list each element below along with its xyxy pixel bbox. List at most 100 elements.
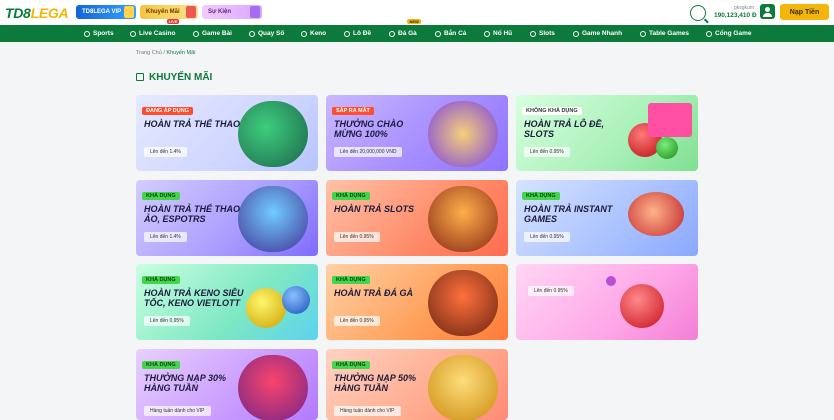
nav-label: Quay Số: [258, 30, 285, 37]
nav-item-live-casino[interactable]: Live Casino LIVE: [130, 19, 180, 42]
event-gift-icon: [250, 6, 260, 18]
nav-item-ban-ca[interactable]: Bắn Cá: [435, 25, 466, 42]
lottery-ball-image: [620, 284, 664, 328]
events-button[interactable]: Sự Kiện: [202, 5, 262, 19]
card-subtitle: Hàng tuần dành cho VIP: [144, 406, 211, 416]
bingo-card-image: [648, 103, 692, 137]
nav-item-lo-de[interactable]: Lô Đề: [344, 25, 371, 42]
fish-icon: [435, 30, 441, 37]
bingo-ball-image: [656, 137, 678, 159]
rocket-icon: [573, 30, 579, 37]
nav-label: Keno: [310, 30, 327, 37]
nav-item-cong-game[interactable]: Cổng Game: [706, 25, 751, 42]
card-subtitle: Hàng tuần dành cho VIP: [334, 406, 401, 416]
promotions-label: Khuyến Mãi: [146, 9, 180, 15]
new-badge: NEW: [407, 19, 421, 24]
status-badge: KHÔNG KHẢ DỤNG: [522, 107, 582, 115]
nav-item-game-nhanh[interactable]: Game Nhanh: [573, 25, 622, 42]
keno-icon: [301, 30, 307, 37]
football-player-image: [238, 101, 308, 167]
sports-icon: [84, 30, 90, 37]
card-title: HOÀN TRẢ THỂ THAO ẢO, ESPOTRS: [144, 204, 240, 224]
promo-card[interactable]: Lên đến 0.95%: [516, 264, 698, 340]
card-title: HOÀN TRẢ ĐÁ GÀ: [334, 288, 413, 298]
status-badge: KHẢ DỤNG: [332, 192, 370, 200]
card-title: THƯỞNG NẠP 50% HÀNG TUẦN: [334, 373, 416, 393]
promo-card[interactable]: KHẢ DỤNG HOÀN TRẢ INSTANT GAMES Lên đến …: [516, 180, 698, 256]
logo[interactable]: TD8 LEGA: [5, 4, 69, 21]
nav-label: Nổ Hũ: [493, 30, 513, 37]
promo-card[interactable]: SẮP RA MẮT THƯỞNG CHÀO MỪNG 100% Lên đến…: [326, 95, 508, 171]
table-icon: [640, 30, 646, 37]
card-subtitle: Lên đến 0.95%: [528, 286, 574, 296]
nav-label: Cổng Game: [715, 30, 752, 37]
card-subtitle: Lên đến 0.95%: [524, 232, 570, 242]
jackpot-icon: [484, 30, 490, 37]
breadcrumb-separator: /: [163, 50, 165, 56]
gift-icon: [136, 73, 144, 81]
nav-item-no-hu[interactable]: Nổ Hũ: [484, 25, 512, 42]
nav-item-quay-so[interactable]: Quay Số: [249, 25, 284, 42]
breadcrumb-home[interactable]: Trang Chủ: [136, 50, 162, 56]
nav-label: Lô Đề: [353, 30, 372, 37]
logo-text-part2: LEGA: [30, 4, 69, 21]
page-title-text: KHUYẾN MÃI: [149, 71, 213, 83]
card-subtitle: Lên đến 0.95%: [334, 232, 380, 242]
card-title: HOÀN TRẢ THỂ THAO: [144, 119, 240, 129]
esports-character-image: [238, 186, 308, 252]
card-subtitle: Lên đến 20,000,000 VND: [334, 147, 403, 157]
keno-ball-image: [246, 288, 286, 328]
status-badge: SẮP RA MẮT: [332, 107, 374, 115]
deposit-button[interactable]: Nạp Tiền: [780, 4, 829, 20]
card-subtitle: Lên đến 0.95%: [524, 147, 570, 157]
keno-ball-image: [282, 286, 310, 314]
promotions-button[interactable]: Khuyến Mãi: [140, 5, 198, 19]
page-title: KHUYẾN MÃI: [136, 71, 212, 83]
promo-card[interactable]: KHẢ DỤNG HOÀN TRẢ SLOTS Lên đến 0.95%: [326, 180, 508, 256]
promo-card[interactable]: KHÔNG KHẢ DỤNG HOÀN TRẢ LÔ ĐỀ, SLOTS Lên…: [516, 95, 698, 171]
card-title: HOÀN TRẢ LÔ ĐỀ, SLOTS: [524, 119, 604, 139]
nav-item-keno[interactable]: Keno: [301, 25, 326, 42]
nav-item-da-ga[interactable]: Đá Gà NEW: [389, 19, 421, 42]
breadcrumb-current: Khuyến Mãi: [166, 50, 196, 56]
nav-label: Bắn Cá: [444, 30, 467, 37]
nav-label: Game Bài: [202, 30, 232, 37]
events-label: Sự Kiện: [208, 9, 232, 15]
nav-item-sports[interactable]: Sports: [84, 25, 114, 42]
promo-card[interactable]: ĐANG ÁP DỤNG HOÀN TRẢ THỂ THAO Lên đến 1…: [136, 95, 318, 171]
nav-item-slots[interactable]: Slots: [530, 25, 555, 42]
nav-item-table-games[interactable]: Table Games: [640, 25, 689, 42]
promo-card[interactable]: KHẢ DỤNG HOÀN TRẢ KENO SIÊU TỐC, KENO VI…: [136, 264, 318, 340]
search-icon[interactable]: [690, 5, 706, 21]
status-badge: ĐANG ÁP DỤNG: [142, 107, 193, 115]
balance: 190,123,410 Đ: [714, 12, 757, 19]
small-ball-image: [606, 276, 616, 286]
gift-icon: [186, 6, 196, 18]
status-badge: KHẢ DỤNG: [332, 361, 370, 369]
card-title: HOÀN TRẢ INSTANT GAMES: [524, 204, 613, 224]
nav-label: Table Games: [649, 30, 689, 37]
vip-button[interactable]: TD8LEGA VIP: [76, 5, 136, 19]
nav-item-game-bai[interactable]: Game Bài: [193, 25, 232, 42]
promo-card[interactable]: KHẢ DỤNG HOÀN TRẢ ĐÁ GÀ Lên đến 0.95%: [326, 264, 508, 340]
ring-image: [238, 355, 308, 420]
promo-card[interactable]: KHẢ DỤNG HOÀN TRẢ THỂ THAO ẢO, ESPOTRS L…: [136, 180, 318, 256]
card-title: THƯỞNG CHÀO MỪNG 100%: [334, 119, 404, 139]
main-nav: Sports Live Casino LIVE Game Bài Quay Số …: [0, 19, 834, 42]
cards-icon: [193, 30, 199, 37]
nav-label: Sports: [93, 30, 114, 37]
nav-label: Live Casino: [139, 30, 176, 37]
promo-card[interactable]: KHẢ DỤNG THƯỞNG NẠP 30% HÀNG TUẦN Hàng t…: [136, 349, 318, 420]
user-icon[interactable]: [760, 4, 775, 19]
promo-card[interactable]: KHẢ DỤNG THƯỞNG NẠP 50% HÀNG TUẦN Hàng t…: [326, 349, 508, 420]
card-subtitle: Lên đến 1.4%: [144, 232, 187, 242]
card-title: THƯỞNG NẠP 30% HÀNG TUẦN: [144, 373, 226, 393]
live-badge: LIVE: [166, 19, 180, 24]
status-badge: KHẢ DỤNG: [142, 276, 180, 284]
card-title: HOÀN TRẢ SLOTS: [334, 204, 414, 214]
gold-gem-image: [428, 355, 498, 420]
rooster-icon: [389, 30, 395, 37]
status-badge: KHẢ DỤNG: [142, 361, 180, 369]
nav-label: Slots: [539, 30, 555, 37]
card-subtitle: Lên đến 0.95%: [334, 316, 380, 326]
